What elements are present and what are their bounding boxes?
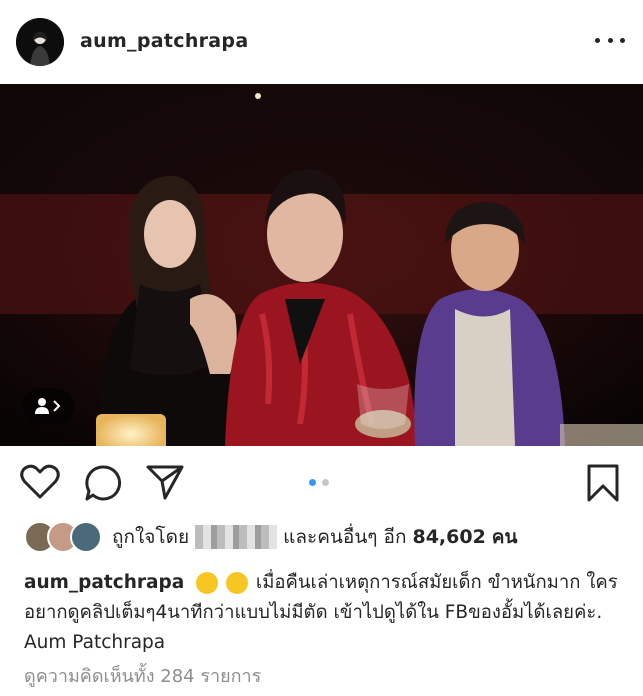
caption-username[interactable]: aum_patchrapa [24,572,184,593]
post-header: aum_patchrapa [0,0,643,84]
view-all-comments-link[interactable]: ดูความคิดเห็นทั้ง 284 รายการ [24,661,261,690]
liker-avatar [70,521,102,553]
carousel-dot [322,479,329,486]
post-media[interactable] [0,84,643,446]
post-caption: aum_patchrapa เมื่อคืนเล่าเหตุการณ์สมัยเ… [24,568,624,658]
likes-middle: และคนอื่นๆ อีก [283,526,407,548]
more-options-icon[interactable] [595,30,625,50]
send-icon[interactable] [146,464,184,504]
bookmark-icon[interactable] [586,464,620,506]
rofl-emoji-icon [196,572,219,594]
rofl-emoji-icon [226,572,249,594]
user-tag-icon [35,398,61,414]
carousel-dot-active [309,479,316,486]
heart-icon[interactable] [20,464,60,504]
likes-suffix: คน [491,526,518,548]
likes-summary[interactable]: ถูกใจโดย และคนอื่นๆ อีก 84,602 คน [24,521,518,553]
blurred-username [195,525,278,549]
likes-count: 84,602 [412,526,486,548]
post-username[interactable]: aum_patchrapa [80,30,248,52]
carousel-indicator [309,479,329,486]
avatar[interactable] [16,18,64,66]
user-tag-button[interactable] [22,388,74,424]
likes-prefix: ถูกใจโดย [112,526,190,548]
video-frame-image [0,84,643,446]
comment-bubble-icon[interactable] [84,464,122,506]
liker-avatars [24,521,102,553]
